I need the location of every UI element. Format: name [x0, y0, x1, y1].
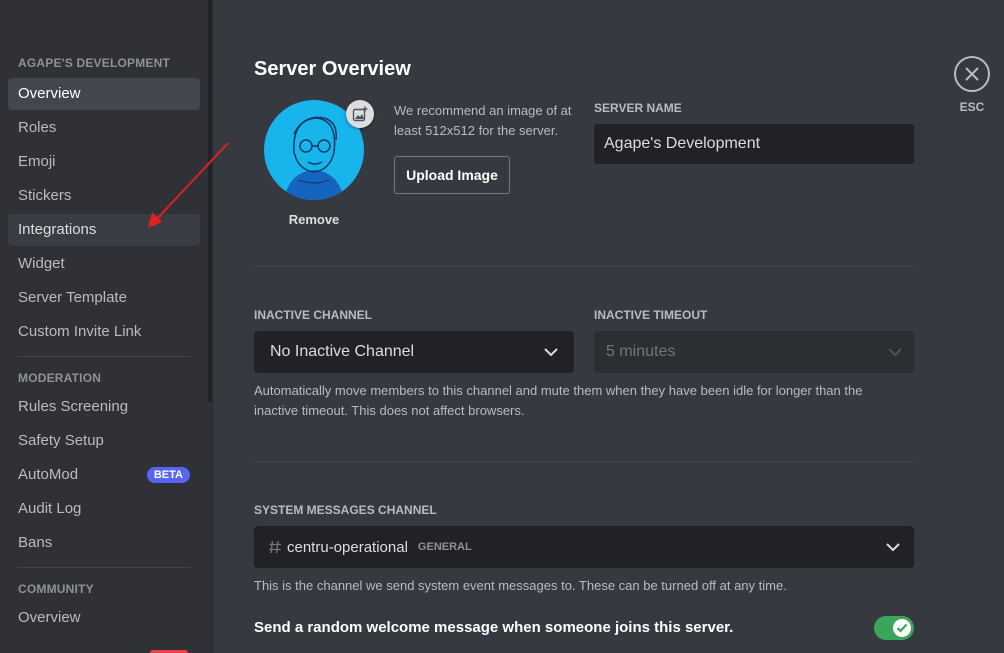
welcome-message-toggle-label: Send a random welcome message when someo… — [254, 619, 734, 636]
server-name-label: SERVER NAME — [594, 101, 682, 115]
system-messages-channel-select[interactable]: centru-operational GENERAL — [254, 526, 914, 568]
sidebar-item-custom-invite-link[interactable]: Custom Invite Link — [8, 316, 200, 348]
sidebar-item-label: Widget — [18, 255, 65, 272]
sidebar-item-audit-log[interactable]: Audit Log — [8, 493, 200, 525]
close-settings-button[interactable] — [954, 56, 990, 92]
close-icon — [965, 67, 979, 81]
sidebar-item-server-template[interactable]: Server Template — [8, 282, 200, 314]
welcome-message-toggle[interactable] — [874, 616, 914, 640]
check-icon — [896, 623, 908, 633]
sidebar-item-emoji[interactable]: Emoji — [8, 146, 200, 178]
page-title: Server Overview — [254, 58, 411, 80]
sidebar-item-roles[interactable]: Roles — [8, 112, 200, 144]
inactive-channel-label: INACTIVE CHANNEL — [254, 308, 373, 322]
sidebar-item-label: Overview — [18, 85, 81, 102]
sidebar-item-label: Stickers — [18, 187, 72, 204]
sidebar-item-automod[interactable]: AutoMod BETA — [8, 459, 200, 491]
sidebar-scrollbar[interactable] — [208, 0, 212, 402]
sidebar-item-label: Emoji — [18, 153, 56, 170]
sidebar-item-label: Server Template — [18, 289, 127, 306]
settings-sidebar: AGAPE'S DEVELOPMENT Overview Roles Emoji… — [0, 0, 214, 653]
system-channel-display: centru-operational GENERAL — [268, 539, 472, 556]
inactive-help-text: Automatically move members to this chann… — [254, 383, 863, 418]
sidebar-item-overview[interactable]: Overview — [8, 78, 200, 110]
sidebar-item-bans[interactable]: Bans — [8, 527, 200, 559]
sidebar-item-label: Custom Invite Link — [18, 323, 142, 340]
sidebar-item-label: AutoMod — [18, 466, 79, 483]
sidebar-item-label: Safety Setup — [18, 432, 104, 449]
sidebar-divider — [18, 356, 190, 357]
sidebar-item-label: Roles — [18, 119, 57, 136]
system-channel-category: GENERAL — [417, 541, 472, 553]
system-channel-name: centru-operational — [287, 538, 408, 556]
community-section-header: COMMUNITY — [18, 582, 94, 596]
chevron-down-icon — [888, 347, 902, 356]
sidebar-item-integrations[interactable]: Integrations — [8, 214, 200, 246]
add-image-icon[interactable] — [346, 100, 374, 128]
system-messages-channel-label: SYSTEM MESSAGES CHANNEL — [254, 503, 437, 517]
toggle-knob — [893, 619, 911, 637]
section-divider — [254, 266, 914, 267]
esc-label: ESC — [959, 100, 985, 114]
inactive-timeout-label: INACTIVE TIMEOUT — [594, 308, 708, 322]
sidebar-item-label: Audit Log — [18, 500, 82, 517]
inactive-timeout-select[interactable]: 5 minutes — [594, 331, 914, 373]
text-channel-icon — [269, 540, 281, 554]
sidebar-item-label: Bans — [18, 534, 53, 551]
sidebar-item-label: Overview — [18, 609, 81, 626]
server-name-input[interactable]: Agape's Development — [594, 124, 914, 164]
chevron-down-icon — [886, 542, 900, 551]
inactive-channel-select[interactable]: No Inactive Channel — [254, 331, 574, 373]
sidebar-divider — [18, 567, 190, 568]
sidebar-item-rules-screening[interactable]: Rules Screening — [8, 391, 200, 423]
chevron-down-icon — [544, 347, 558, 356]
beta-badge: BETA — [146, 467, 190, 483]
section-divider — [254, 461, 914, 462]
sidebar-item-label: Integrations — [18, 221, 97, 238]
upload-image-button[interactable]: Upload Image — [394, 156, 510, 194]
inactive-channel-value: No Inactive Channel — [270, 343, 415, 360]
remove-icon-link[interactable]: Remove — [264, 212, 364, 227]
sidebar-item-stickers[interactable]: Stickers — [8, 180, 200, 212]
icon-recommendation-text: We recommend an image of at least 512x51… — [394, 103, 572, 138]
moderation-section-header: MODERATION — [18, 371, 102, 385]
sidebar-item-label: Rules Screening — [18, 398, 129, 415]
sidebar-item-safety-setup[interactable]: Safety Setup — [8, 425, 200, 457]
server-icon-uploader[interactable] — [264, 100, 374, 200]
inactive-timeout-value: 5 minutes — [606, 343, 676, 360]
server-section-header: AGAPE'S DEVELOPMENT — [18, 56, 171, 70]
sidebar-item-widget[interactable]: Widget — [8, 248, 200, 280]
sidebar-item-community-overview[interactable]: Overview — [8, 602, 200, 634]
system-channel-help-text: This is the channel we send system event… — [254, 578, 787, 593]
